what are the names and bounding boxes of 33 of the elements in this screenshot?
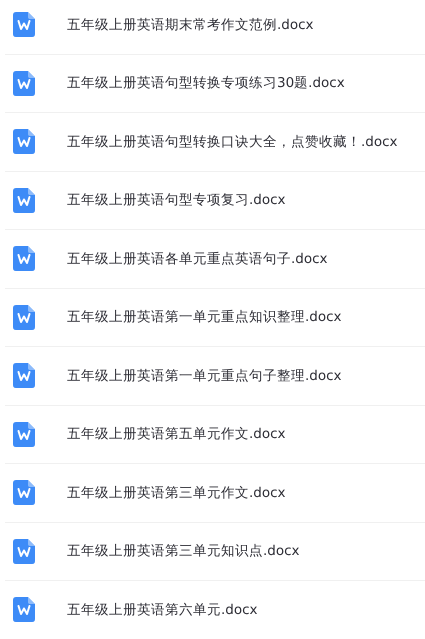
file-item[interactable]: 五年级上册英语各单元重点英语句子.docx <box>5 230 425 288</box>
word-document-icon <box>13 246 35 272</box>
file-name: 五年级上册英语第三单元作文.docx <box>67 484 286 502</box>
word-document-icon <box>13 538 35 564</box>
word-document-icon <box>13 188 35 213</box>
file-name: 五年级上册英语句型转换专项练习30题.docx <box>67 74 345 92</box>
file-name: 五年级上册英语句型专项复习.docx <box>67 191 286 210</box>
word-document-icon <box>13 480 35 506</box>
word-document-icon <box>13 363 35 388</box>
file-name: 五年级上册英语各单元重点英语句子.docx <box>67 250 328 268</box>
file-item[interactable]: 五年级上册英语第五单元作文.docx <box>5 406 425 464</box>
file-item[interactable]: 五年级上册英语第三单元知识点.docx <box>5 522 425 581</box>
file-item[interactable]: 五年级上册英语第一单元重点知识整理.docx <box>5 288 425 347</box>
word-document-icon <box>13 129 35 154</box>
file-item[interactable]: 五年级上册英语句型专项复习.docx <box>5 172 425 230</box>
file-item[interactable]: 五年级上册英语期末常考作文范例.docx <box>5 0 425 54</box>
file-item[interactable]: 五年级上册英语第三单元作文.docx <box>5 464 425 522</box>
word-document-icon <box>13 304 35 330</box>
file-item[interactable]: 五年级上册英语第一单元重点句子整理.docx <box>5 347 425 406</box>
word-document-icon <box>13 422 35 447</box>
word-document-icon <box>13 70 35 96</box>
file-name: 五年级上册英语期末常考作文范例.docx <box>67 16 314 34</box>
file-item[interactable]: 五年级上册英语句型转换专项练习30题.docx <box>5 54 425 113</box>
file-name: 五年级上册英语第三单元知识点.docx <box>67 542 300 560</box>
file-name: 五年级上册英语第五单元作文.docx <box>67 425 286 444</box>
word-document-icon <box>13 597 35 622</box>
word-document-icon <box>13 12 35 38</box>
file-item[interactable]: 五年级上册英语第六单元.docx <box>5 581 425 639</box>
file-name: 五年级上册英语句型转换口诀大全，点赞收藏！.docx <box>67 132 398 151</box>
file-name: 五年级上册英语第一单元重点句子整理.docx <box>67 366 342 385</box>
file-item[interactable]: 五年级上册英语句型转换口诀大全，点赞收藏！.docx <box>5 113 425 172</box>
file-name: 五年级上册英语第六单元.docx <box>67 600 258 619</box>
file-name: 五年级上册英语第一单元重点知识整理.docx <box>67 308 342 326</box>
